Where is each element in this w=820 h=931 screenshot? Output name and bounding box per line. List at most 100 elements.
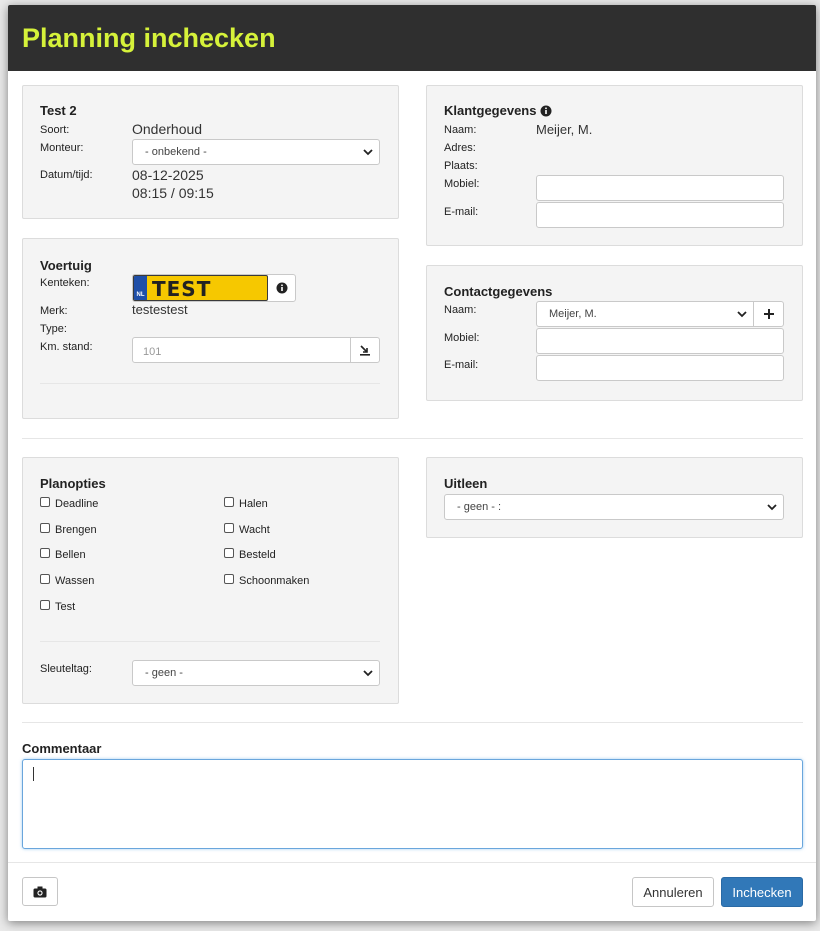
chevron-down-icon [767,504,777,511]
plus-icon [764,309,774,319]
option-wacht[interactable]: Wacht [224,523,270,536]
date-value: 08-12-2025 [132,167,204,183]
appointment-title: Test 2 [40,103,77,118]
checkbox[interactable] [40,574,50,584]
soort-value: Onderhoud [132,121,203,137]
customer-plaats-label: Plaats: [444,160,478,172]
merk-label: Merk: [40,305,68,317]
checkbox[interactable] [224,574,234,584]
checkbox[interactable] [40,600,50,610]
contact-panel: Contactgegevens Naam: Meijer, M. Mobiel:… [426,265,803,401]
comment-label: Commentaar [22,741,102,756]
plate-text: TEST [152,277,212,301]
comment-divider [22,722,803,723]
customer-title-text: Klantgegevens [444,103,537,118]
contact-title: Contactgegevens [444,284,553,299]
check-in-button[interactable]: Inchecken [721,877,803,907]
plan-options-title: Planopties [40,476,106,491]
loan-select[interactable]: - geen - : [444,494,784,520]
option-label: Deadline [55,498,99,510]
section-divider [22,438,803,439]
contact-email-label: E-mail: [444,359,479,371]
cancel-button[interactable]: Annuleren [632,877,714,907]
option-label: Bellen [55,549,86,561]
checkbox[interactable] [40,548,50,558]
contact-mobiel-input[interactable] [536,328,784,354]
option-brengen[interactable]: Brengen [40,523,97,536]
customer-mobiel-label: Mobiel: [444,178,480,190]
option-wassen[interactable]: Wassen [40,574,95,587]
license-plate[interactable]: NL TEST [132,274,296,302]
option-label: Schoonmaken [239,575,310,587]
loan-select-value: - geen - : [457,501,502,513]
camera-button[interactable] [22,877,58,906]
option-deadline[interactable]: Deadline [40,497,99,510]
customer-naam-value: Meijer, M. [536,122,593,137]
license-plate-badge: NL TEST [133,275,268,301]
checkbox[interactable] [40,497,50,507]
option-schoonmaken[interactable]: Schoonmaken [224,574,310,587]
plate-country: NL [136,292,145,298]
sleuteltag-value: - geen - [145,667,183,679]
option-test[interactable]: Test [40,600,76,613]
chevron-down-icon [363,149,373,156]
customer-mobiel-input[interactable] [536,175,784,201]
sleuteltag-select[interactable]: - geen - [132,660,380,686]
loan-title: Uitleen [444,476,488,491]
option-halen[interactable]: Halen [224,497,268,510]
customer-adres-label: Adres: [444,142,476,154]
appointment-panel: Test 2 Soort: Onderhoud Monteur: - onbek… [22,85,399,219]
time-value: 08:15 / 09:15 [132,185,214,201]
checkbox[interactable] [224,523,234,533]
loan-panel: Uitleen - geen - : [426,457,803,538]
contact-naam-label: Naam: [444,304,477,316]
download-icon [360,345,370,356]
option-label: Wassen [55,575,95,587]
plan-options-panel: Planopties Deadline Halen Brengen Wacht … [22,457,399,704]
type-label: Type: [40,323,67,335]
chevron-down-icon [737,311,747,318]
contact-naam-select[interactable]: Meijer, M. [536,301,754,327]
contact-mobiel-label: Mobiel: [444,332,480,344]
option-label: Brengen [55,524,97,536]
info-icon [276,282,287,294]
comment-textarea[interactable] [22,759,803,849]
checkbox[interactable] [40,523,50,533]
sleuteltag-label: Sleuteltag: [40,663,92,675]
checkbox[interactable] [224,548,234,558]
checkbox[interactable] [224,497,234,507]
chevron-down-icon [363,670,373,677]
add-contact-button[interactable] [753,301,784,327]
soort-label: Soort: [40,124,70,136]
check-in-modal: Planning inchecken Test 2 Soort: Onderho… [8,5,816,921]
customer-title: Klantgegevens [444,103,552,118]
km-placeholder: 101 [143,346,162,358]
option-besteld[interactable]: Besteld [224,548,276,561]
kenteken-label: Kenteken: [40,277,90,289]
info-icon[interactable] [540,105,552,117]
vehicle-divider [40,383,380,384]
modal-header: Planning inchecken [8,5,816,71]
km-input[interactable]: 101 [132,337,351,363]
option-label: Besteld [239,549,276,561]
option-label: Halen [239,498,268,510]
plate-info-button[interactable] [268,275,295,301]
modal-title: Planning inchecken [22,22,276,53]
camera-icon [33,886,47,897]
customer-panel: Klantgegevens Naam: Meijer, M. Adres: Pl… [426,85,803,246]
plan-options-divider [40,641,380,642]
eu-flag-icon: NL [134,276,147,300]
contact-naam-value: Meijer, M. [549,308,597,320]
footer-divider [8,862,816,863]
km-fetch-button[interactable] [350,337,380,363]
option-label: Wacht [239,524,270,536]
monteur-select[interactable]: - onbekend - [132,139,380,165]
option-bellen[interactable]: Bellen [40,548,86,561]
monteur-select-value: - onbekend - [145,146,207,158]
contact-email-input[interactable] [536,355,784,381]
customer-email-label: E-mail: [444,206,479,218]
customer-naam-label: Naam: [444,124,477,136]
customer-email-input[interactable] [536,202,784,228]
option-label: Test [55,601,76,613]
datetime-label: Datum/tijd: [40,169,93,181]
